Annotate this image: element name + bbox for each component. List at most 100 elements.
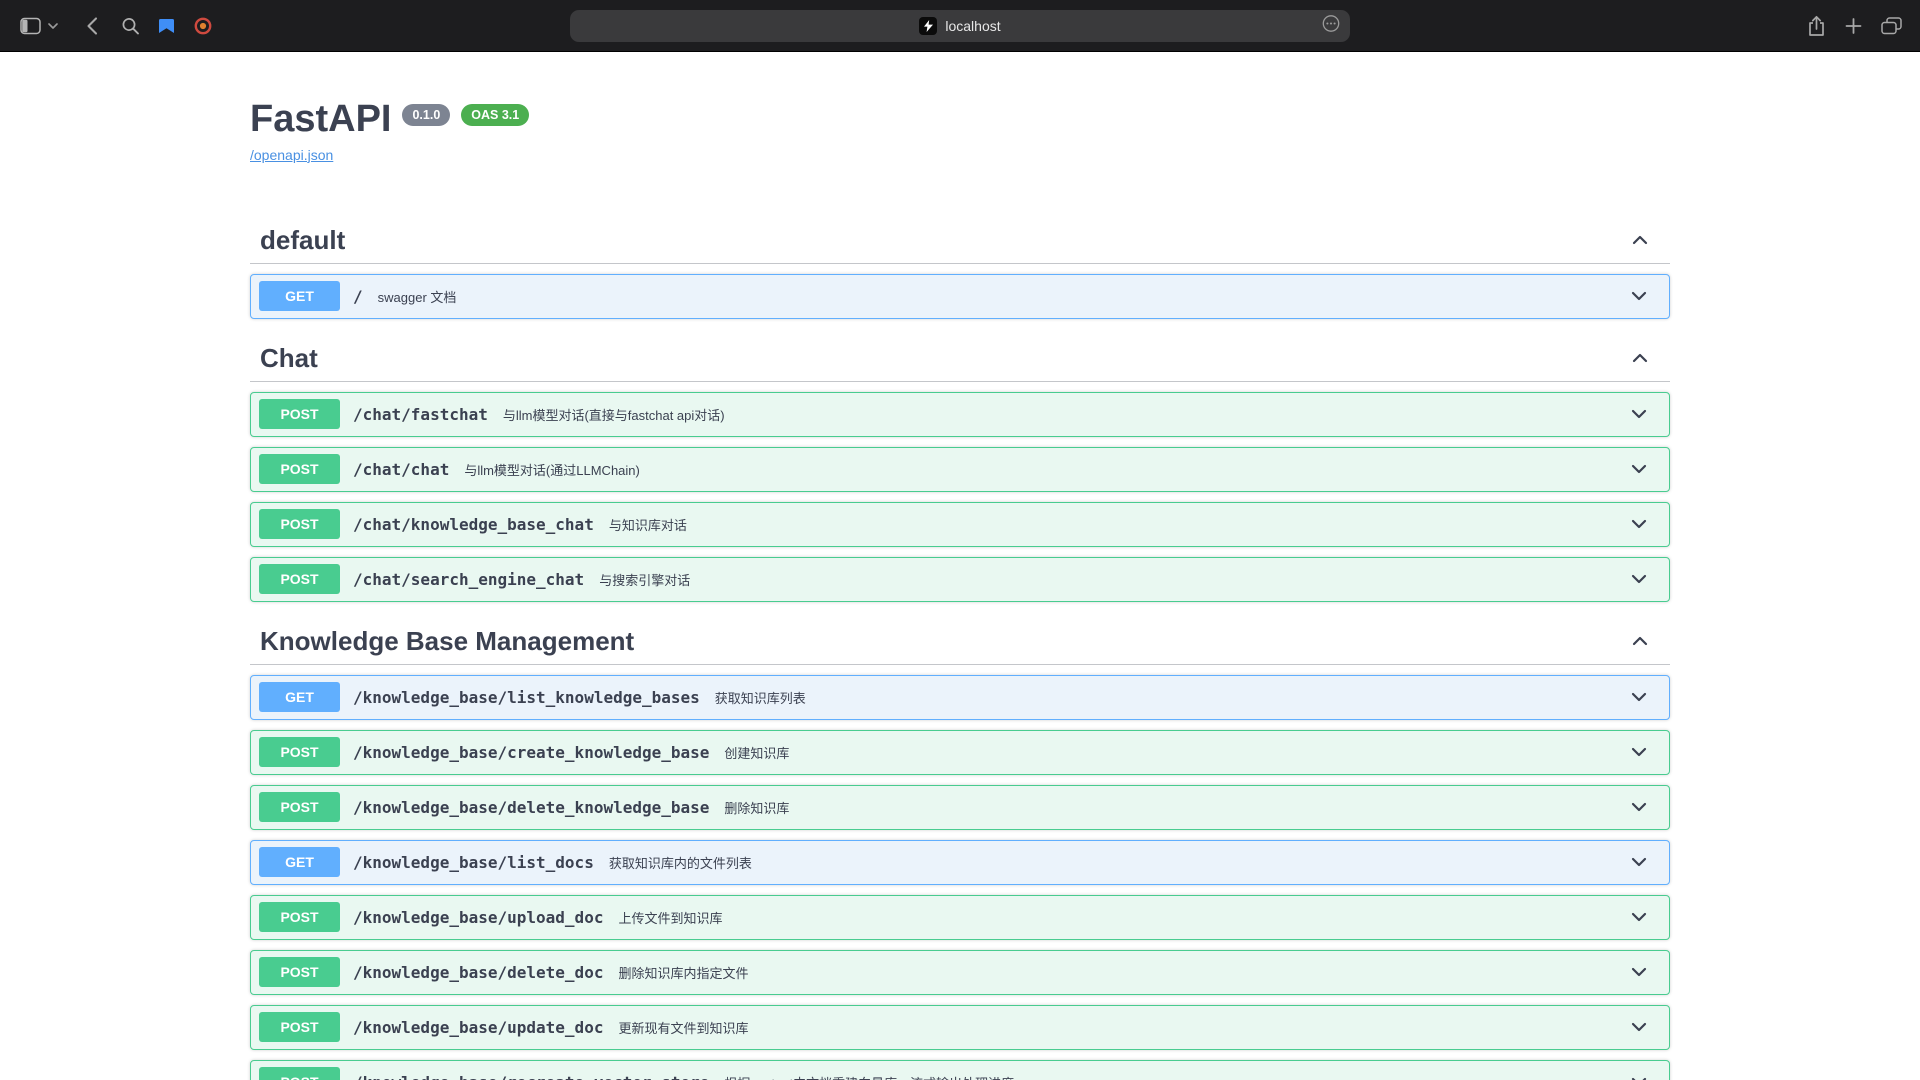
operation-row[interactable]: POST /chat/fastchat 与llm模型对话(直接与fastchat…	[250, 392, 1670, 437]
expand-operation-button[interactable]	[1629, 1017, 1649, 1037]
section-header[interactable]: default	[250, 211, 1670, 264]
collapse-section-button[interactable]	[1630, 631, 1650, 651]
expand-operation-button[interactable]	[1629, 852, 1649, 872]
method-badge: GET	[259, 281, 340, 311]
chevron-up-icon	[1630, 348, 1650, 368]
chevron-down-icon	[1629, 1072, 1649, 1080]
chevron-down-icon	[1629, 404, 1649, 424]
operation-row[interactable]: POST /knowledge_base/delete_knowledge_ba…	[250, 785, 1670, 830]
api-section: Knowledge Base Management GET /knowledge…	[250, 612, 1670, 1080]
new-tab-icon[interactable]	[1845, 17, 1862, 34]
operation-description: 根据content中文档重建向量库，流式输出处理进度。	[724, 1073, 1027, 1080]
operation-path: /chat/chat	[353, 460, 449, 479]
operation-row[interactable]: POST /chat/search_engine_chat 与搜索引擎对话	[250, 557, 1670, 602]
back-button-icon[interactable]	[86, 16, 98, 35]
openapi-spec-link[interactable]: /openapi.json	[250, 147, 333, 163]
method-badge: POST	[259, 957, 340, 987]
collapse-section-button[interactable]	[1630, 348, 1650, 368]
address-url: localhost	[945, 18, 1000, 34]
chevron-up-icon	[1630, 230, 1650, 250]
expand-operation-button[interactable]	[1629, 569, 1649, 589]
operation-row[interactable]: POST /knowledge_base/create_knowledge_ba…	[250, 730, 1670, 775]
api-title-row: FastAPI 0.1.0 OAS 3.1	[250, 98, 1670, 142]
section-header[interactable]: Chat	[250, 329, 1670, 382]
operation-row[interactable]: POST /knowledge_base/upload_doc 上传文件到知识库	[250, 895, 1670, 940]
operations-list: GET /knowledge_base/list_knowledge_bases…	[250, 675, 1670, 1080]
section-title: Knowledge Base Management	[260, 626, 634, 657]
chevron-down-icon	[1629, 514, 1649, 534]
expand-operation-button[interactable]	[1629, 514, 1649, 534]
section-header[interactable]: Knowledge Base Management	[250, 612, 1670, 665]
chevron-down-icon	[1629, 569, 1649, 589]
page-title: FastAPI	[250, 98, 391, 142]
operation-row[interactable]: POST /chat/chat 与llm模型对话(通过LLMChain)	[250, 447, 1670, 492]
operation-path: /knowledge_base/update_doc	[353, 1018, 603, 1037]
operation-path: /chat/knowledge_base_chat	[353, 515, 594, 534]
operation-row[interactable]: GET /knowledge_base/list_knowledge_bases…	[250, 675, 1670, 720]
expand-operation-button[interactable]	[1629, 907, 1649, 927]
operation-row[interactable]: GET /knowledge_base/list_docs 获取知识库内的文件列…	[250, 840, 1670, 885]
api-section: default GET / swagger 文档	[250, 211, 1670, 319]
method-badge: POST	[259, 902, 340, 932]
method-badge: POST	[259, 509, 340, 539]
expand-operation-button[interactable]	[1629, 742, 1649, 762]
sidebar-toggle-icon[interactable]	[20, 17, 41, 34]
operation-row[interactable]: POST /chat/knowledge_base_chat 与知识库对话	[250, 502, 1670, 547]
oas-badge: OAS 3.1	[461, 104, 529, 126]
chevron-down-icon	[1629, 459, 1649, 479]
operation-description: 获取知识库内的文件列表	[609, 853, 752, 872]
method-badge: GET	[259, 847, 340, 877]
operation-row[interactable]: POST /knowledge_base/update_doc 更新现有文件到知…	[250, 1005, 1670, 1050]
section-title: Chat	[260, 343, 318, 374]
operation-description: 创建知识库	[724, 743, 789, 762]
operation-description: 更新现有文件到知识库	[618, 1018, 748, 1037]
expand-operation-button[interactable]	[1629, 459, 1649, 479]
api-sections: default GET / swagger 文档 Chat	[250, 211, 1670, 1080]
expand-operation-button[interactable]	[1629, 286, 1649, 306]
chevron-down-icon	[1629, 286, 1649, 306]
collapse-section-button[interactable]	[1630, 230, 1650, 250]
sidebar-menu-chevron-icon[interactable]	[48, 22, 58, 29]
version-badge: 0.1.0	[402, 104, 450, 126]
method-badge: POST	[259, 792, 340, 822]
api-section: Chat POST /chat/fastchat 与llm模型对话(直接与fas…	[250, 329, 1670, 602]
method-badge: POST	[259, 399, 340, 429]
operation-path: /knowledge_base/list_knowledge_bases	[353, 688, 700, 707]
browser-toolbar: localhost	[0, 0, 1920, 52]
tab-overview-icon[interactable]	[1881, 17, 1902, 35]
expand-operation-button[interactable]	[1629, 1072, 1649, 1080]
operation-description: 获取知识库列表	[715, 688, 806, 707]
site-favicon-icon	[919, 17, 937, 35]
chevron-down-icon	[1629, 1017, 1649, 1037]
operation-path: /chat/fastchat	[353, 405, 488, 424]
operation-description: 与llm模型对话(直接与fastchat api对话)	[503, 405, 725, 424]
blue-extension-icon[interactable]	[158, 17, 175, 34]
operation-path: /knowledge_base/delete_doc	[353, 963, 603, 982]
operation-path: /knowledge_base/upload_doc	[353, 908, 603, 927]
share-icon[interactable]	[1807, 15, 1826, 37]
expand-operation-button[interactable]	[1629, 687, 1649, 707]
expand-operation-button[interactable]	[1629, 404, 1649, 424]
expand-operation-button[interactable]	[1629, 797, 1649, 817]
section-title: default	[260, 225, 345, 256]
chevron-up-icon	[1630, 631, 1650, 651]
expand-operation-button[interactable]	[1629, 962, 1649, 982]
method-badge: POST	[259, 454, 340, 484]
method-badge: POST	[259, 1012, 340, 1042]
address-bar[interactable]: localhost	[570, 10, 1350, 42]
chevron-down-icon	[1629, 687, 1649, 707]
method-badge: POST	[259, 1067, 340, 1080]
operation-description: 上传文件到知识库	[618, 908, 722, 927]
operation-row[interactable]: POST /knowledge_base/delete_doc 删除知识库内指定…	[250, 950, 1670, 995]
operation-row[interactable]: POST /knowledge_base/recreate_vector_sto…	[250, 1060, 1670, 1080]
operation-description: 删除知识库内指定文件	[618, 963, 748, 982]
operations-list: POST /chat/fastchat 与llm模型对话(直接与fastchat…	[250, 392, 1670, 602]
orange-extension-icon[interactable]	[194, 17, 212, 35]
operation-row[interactable]: GET / swagger 文档	[250, 274, 1670, 319]
operation-path: /knowledge_base/list_docs	[353, 853, 594, 872]
operation-path: /knowledge_base/recreate_vector_store	[353, 1073, 709, 1080]
search-icon[interactable]	[121, 16, 140, 35]
operation-description: 与搜索引擎对话	[599, 570, 690, 589]
chevron-down-icon	[1629, 742, 1649, 762]
page-options-icon[interactable]	[1322, 15, 1340, 38]
